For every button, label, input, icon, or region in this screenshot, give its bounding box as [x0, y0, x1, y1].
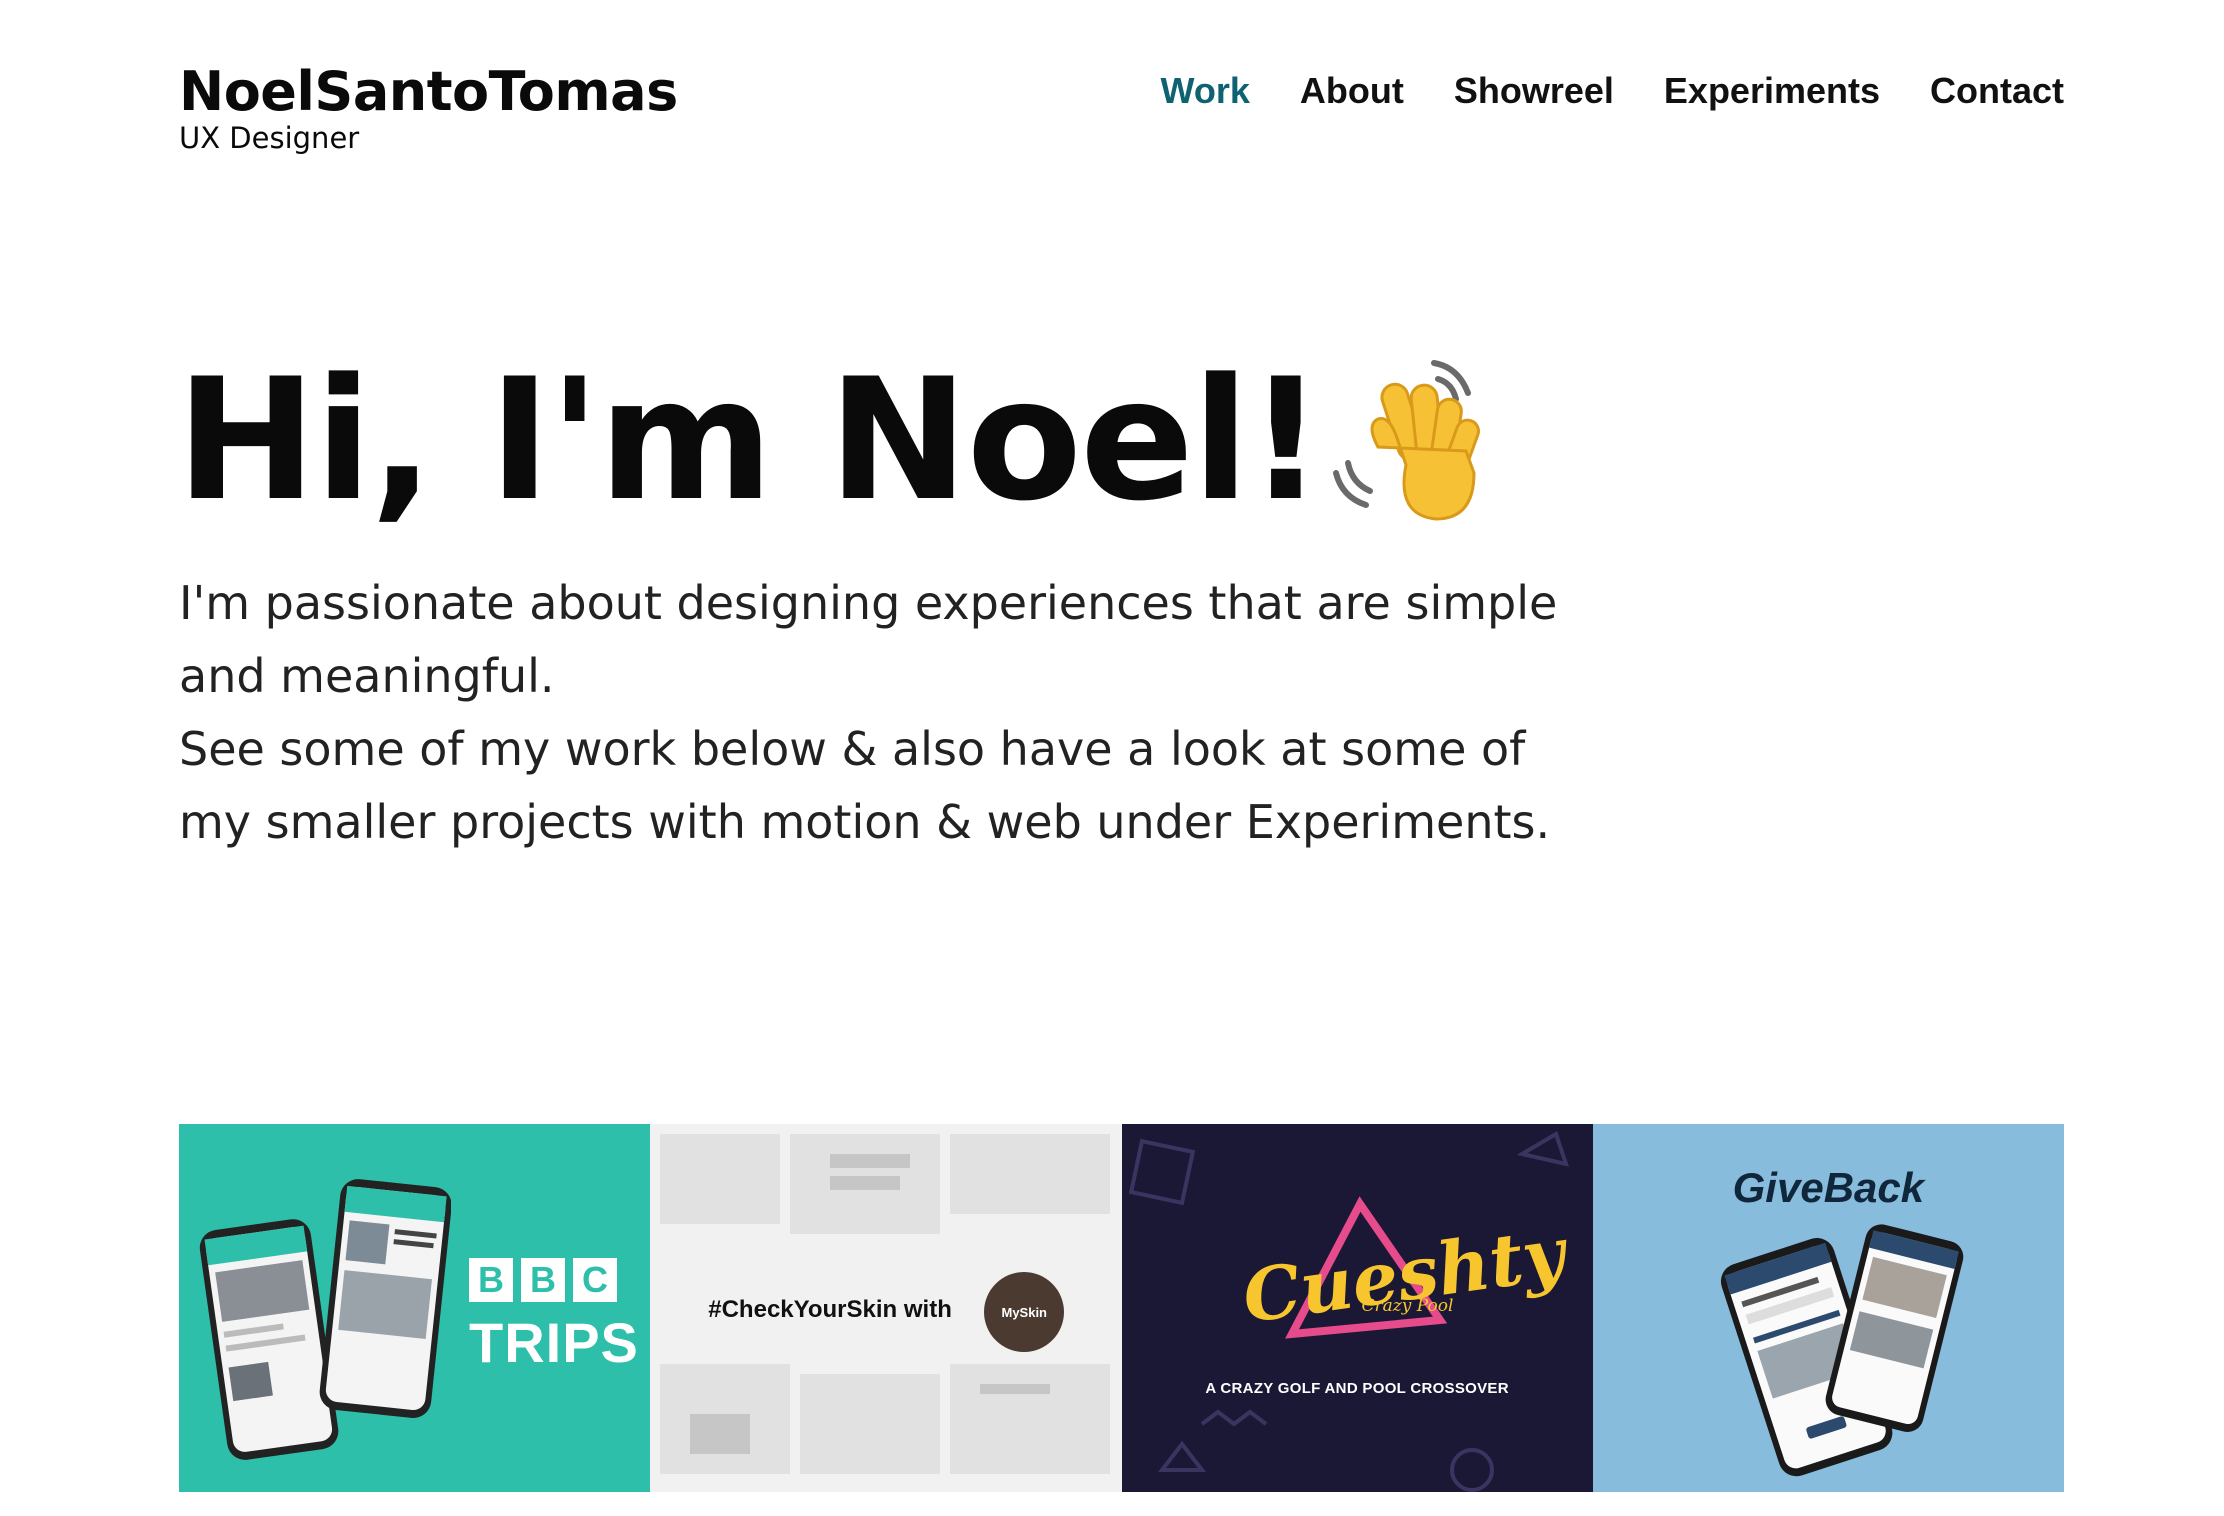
bbc-logo: B B C: [469, 1258, 617, 1302]
phone-mockup-icon: [1720, 1224, 1964, 1477]
brand-name[interactable]: NoelSantoTomas: [179, 62, 678, 122]
hero-title-text: Hi, I'm Noel!: [176, 342, 1324, 538]
project-subtitle-cueshty: Crazy Pool: [1361, 1296, 1454, 1316]
project-tile-cueshty[interactable]: Cueshty Crazy Pool A CRAZY GOLF AND POOL…: [1121, 1124, 1593, 1492]
site-header: NoelSantoTomas UX Designer Work About Sh…: [179, 62, 2064, 162]
waving-hand-icon: [1333, 360, 1481, 521]
nav-experiments[interactable]: Experiments: [1664, 70, 1880, 112]
project-tagline-myskin: #CheckYourSkin with: [708, 1296, 952, 1323]
myskin-logo: MySkin: [984, 1272, 1065, 1352]
nav-contact[interactable]: Contact: [1930, 70, 2064, 112]
project-tile-giveback[interactable]: GiveBack: [1592, 1124, 2064, 1492]
hero-title: Hi, I'm Noel!: [176, 345, 1496, 535]
main-nav: Work About Showreel Experiments Contact: [1161, 70, 2064, 112]
project-grid: B B C TRIPS #CheckYourSkin with MySkin C…: [179, 1124, 2064, 1492]
brand-subtitle: UX Designer: [179, 121, 360, 155]
nav-about[interactable]: About: [1300, 70, 1404, 112]
nav-showreel[interactable]: Showreel: [1454, 70, 1614, 112]
phone-mockup-icon: [199, 1179, 451, 1460]
project-tagline-cueshty: A CRAZY GOLF AND POOL CROSSOVER: [1205, 1380, 1509, 1397]
intro-paragraph-2: See some of my work below & also have a …: [179, 722, 1551, 849]
project-title-bbc-trips: TRIPS: [469, 1311, 639, 1374]
nav-work[interactable]: Work: [1161, 70, 1250, 112]
project-tile-myskin[interactable]: #CheckYourSkin with MySkin: [650, 1124, 1122, 1492]
intro-paragraph-1: I'm passionate about designing experienc…: [179, 576, 1558, 703]
project-tile-bbc-trips[interactable]: B B C TRIPS: [179, 1124, 651, 1492]
intro-text: I'm passionate about designing experienc…: [179, 567, 1599, 859]
